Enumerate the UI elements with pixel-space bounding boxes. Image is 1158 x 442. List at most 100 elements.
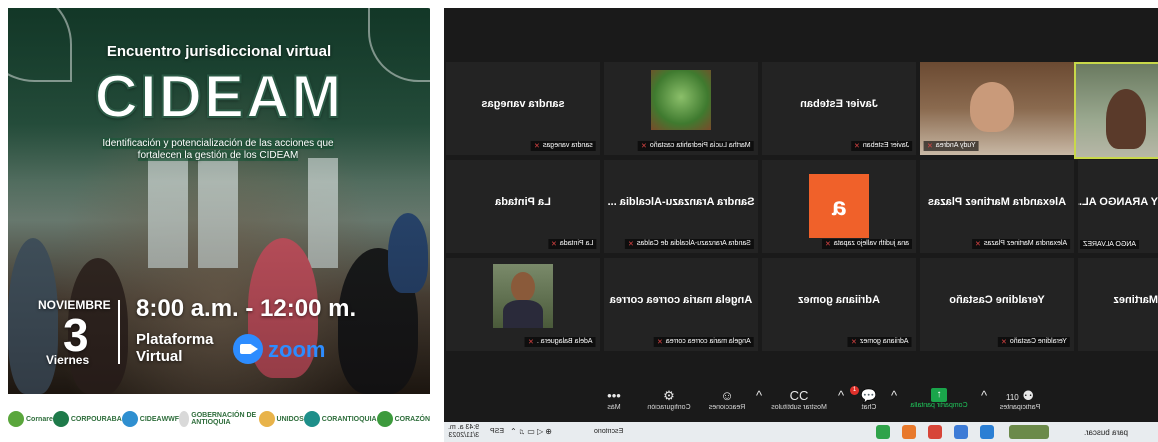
sponsor-mark-icon — [303, 411, 320, 427]
participant-tile[interactable]: Y ARANGO AL... ANGO ALVAREZ — [1078, 160, 1158, 253]
edge-icon[interactable] — [980, 425, 994, 439]
participant-display-name: Sandra Aranzazu-Alcaldia ... — [607, 196, 755, 208]
sponsor-logo: UNIDOS — [258, 411, 304, 427]
zoom-meeting-window: sandra vanegas sandra vanegas ✕ Martha Lu… — [444, 8, 1158, 442]
participant-tile[interactable]: Martinez — [1078, 258, 1158, 351]
gear-icon: ⚙ — [663, 388, 675, 403]
participant-label: La Pintada ✕ — [547, 239, 596, 249]
sponsor-mark-icon — [8, 411, 24, 427]
participant-photo — [493, 264, 553, 328]
participant-label: Sandra Aranzazu-Alcaldia de Caldas ✕ — [625, 239, 754, 249]
mic-muted-icon: ✕ — [641, 143, 648, 150]
reactions-button[interactable]: ☺ Reacciones — [702, 388, 752, 411]
event-platform: Plataforma Virtual — [136, 331, 214, 365]
more-button[interactable]: ••• Más — [594, 388, 634, 411]
taskbar-app-icon[interactable] — [876, 425, 890, 439]
participant-display-name: Angela maria correa correa — [609, 294, 753, 306]
taskbar-clock[interactable]: 9:43 a. m. 3/11/2023 — [448, 424, 479, 440]
platform-line-2: Virtual — [136, 348, 183, 365]
mic-muted-icon: ✕ — [628, 241, 634, 248]
file-explorer-icon[interactable] — [954, 425, 968, 439]
participant-display-name: Javier Esteban — [800, 98, 878, 110]
sponsor-logo: WWF — [161, 415, 180, 423]
participant-label: ana judith vallejo zapata ✕ — [822, 239, 912, 249]
chat-bubble-icon: 💬 1 — [850, 386, 884, 404]
mic-muted-icon: ✕ — [927, 143, 933, 150]
share-screen-button[interactable]: ↑ Compartir pantalla — [904, 388, 974, 409]
participant-avatar: a — [809, 174, 869, 238]
mic-muted-icon: ✕ — [1001, 339, 1008, 346]
event-time: 8:00 a.m. - 12:00 m. — [136, 295, 357, 322]
ellipsis-icon: ••• — [607, 388, 621, 403]
participant-gallery: sandra vanegas sandra vanegas ✕ Martha Lu… — [444, 62, 1158, 354]
participant-label: Adela Balaguera . ✕ — [525, 337, 596, 347]
caret-up-icon: ^ — [980, 388, 988, 403]
taskbar-tray-icons[interactable]: ⊕ ◁ ▭ ♫ ⌃ — [510, 427, 552, 436]
participant-tile[interactable]: Adriiana gomez Adriiana gomez ✕ — [762, 258, 916, 351]
taskbar-desktop[interactable]: Escritorio — [594, 428, 623, 435]
mic-muted-icon: ✕ — [657, 339, 664, 346]
share-arrow-icon: ↑ — [931, 388, 947, 402]
event-weekday: Viernes — [46, 353, 90, 367]
participant-tile[interactable]: sandra vanegas sandra vanegas ✕ — [446, 62, 600, 155]
firefox-icon[interactable] — [902, 425, 916, 439]
zoom-camera-icon — [233, 334, 263, 364]
participant-label: Angela maria correa correa ✕ — [654, 337, 754, 347]
chat-badge: 1 — [850, 386, 859, 395]
reactions-caret[interactable]: ^ — [754, 388, 764, 404]
chrome-icon[interactable] — [928, 425, 942, 439]
sponsor-mark-icon — [258, 411, 275, 427]
participant-face — [1106, 89, 1146, 149]
participant-tile[interactable]: a ana judith vallejo zapata ✕ — [762, 160, 916, 253]
event-poster: Encuentro jurisdiccional virtual CIDEAM … — [8, 8, 430, 394]
date-separator — [118, 300, 120, 364]
caret-up-icon: ^ — [837, 388, 845, 403]
participant-display-name: Alexandra Martinez Plazas — [927, 196, 1067, 208]
chat-button[interactable]: 💬 1 Chat — [850, 386, 884, 411]
participant-display-name: sandra vanegas — [481, 98, 565, 110]
participant-tile[interactable] — [1074, 62, 1158, 159]
participant-display-name: Yeraldine Castaño — [949, 294, 1045, 306]
sponsor-mark-icon — [179, 411, 190, 427]
participant-display-name: Martinez — [1113, 294, 1158, 306]
sponsor-mark-icon — [121, 411, 138, 427]
participant-label: sandra vanegas ✕ — [531, 141, 596, 151]
mic-muted-icon: ✕ — [851, 339, 858, 346]
weather-widget-icon[interactable] — [1009, 425, 1049, 439]
participant-label: Yeraldine Castaño ✕ — [998, 337, 1070, 347]
subtitles-caret[interactable]: ^ — [836, 388, 846, 404]
participants-button[interactable]: 110 ⚉ Participantes — [992, 388, 1048, 411]
caret-up-icon: ^ — [755, 388, 763, 403]
mic-muted-icon: ✕ — [534, 143, 541, 150]
participant-tile[interactable]: La Pintada La Pintada ✕ — [446, 160, 600, 253]
sponsor-logo: GOBERNACIÓN DE ANTIOQUIA — [179, 411, 258, 427]
participant-label: Yudy Andrea ✕ — [924, 141, 979, 151]
os-taskbar: 9:43 a. m. 3/11/2023 ESP ⊕ ◁ ▭ ♫ ⌃ Escrit… — [444, 422, 1158, 442]
poster-title: Encuentro jurisdiccional virtual — [106, 43, 332, 60]
participant-tile[interactable]: Yudy Andrea ✕ — [920, 62, 1074, 155]
participant-label: Adriiana gomez ✕ — [848, 337, 912, 347]
participant-tile[interactable]: Martha Lucía Piedrahita castaño ✕ — [604, 62, 758, 155]
sponsor-logo: CORPOURABA — [52, 411, 122, 427]
participant-tile[interactable]: Sandra Aranzazu-Alcaldia ... Sandra Aran… — [604, 160, 758, 253]
platform-line-1: Plataforma — [136, 331, 214, 348]
mic-muted-icon: ✕ — [974, 241, 981, 248]
subtitle-line-1: Identificación y potencialización de las… — [102, 138, 334, 149]
subtitles-button[interactable]: CC Mostrar subtítulos — [766, 388, 832, 411]
participant-tile[interactable]: Javier Esteban Javier Esteban ✕ — [762, 62, 916, 155]
sponsor-logo: CIDEA — [121, 411, 162, 427]
poster-brand: CIDEAM — [94, 62, 344, 131]
participant-tile[interactable]: Adela Balaguera . ✕ — [446, 258, 600, 351]
taskbar-search[interactable]: para buscar. — [1084, 428, 1128, 437]
plant-photo — [651, 70, 711, 130]
zoom-wordmark: zoom — [268, 337, 326, 362]
mic-muted-icon: ✕ — [528, 339, 535, 346]
settings-button[interactable]: ⚙ Configuración — [639, 388, 699, 411]
taskbar-language[interactable]: ESP — [490, 428, 504, 435]
share-caret[interactable]: ^ — [979, 388, 989, 404]
participant-label: ANGO ALVAREZ — [1080, 240, 1140, 249]
chat-caret[interactable]: ^ — [889, 388, 899, 404]
participant-tile[interactable]: Alexandra Martinez Plazas Alexandra Mart… — [920, 160, 1074, 253]
participant-tile[interactable]: Angela maria correa correa Angela maria … — [604, 258, 758, 351]
participant-tile[interactable]: Yeraldine Castaño Yeraldine Castaño ✕ — [920, 258, 1074, 351]
